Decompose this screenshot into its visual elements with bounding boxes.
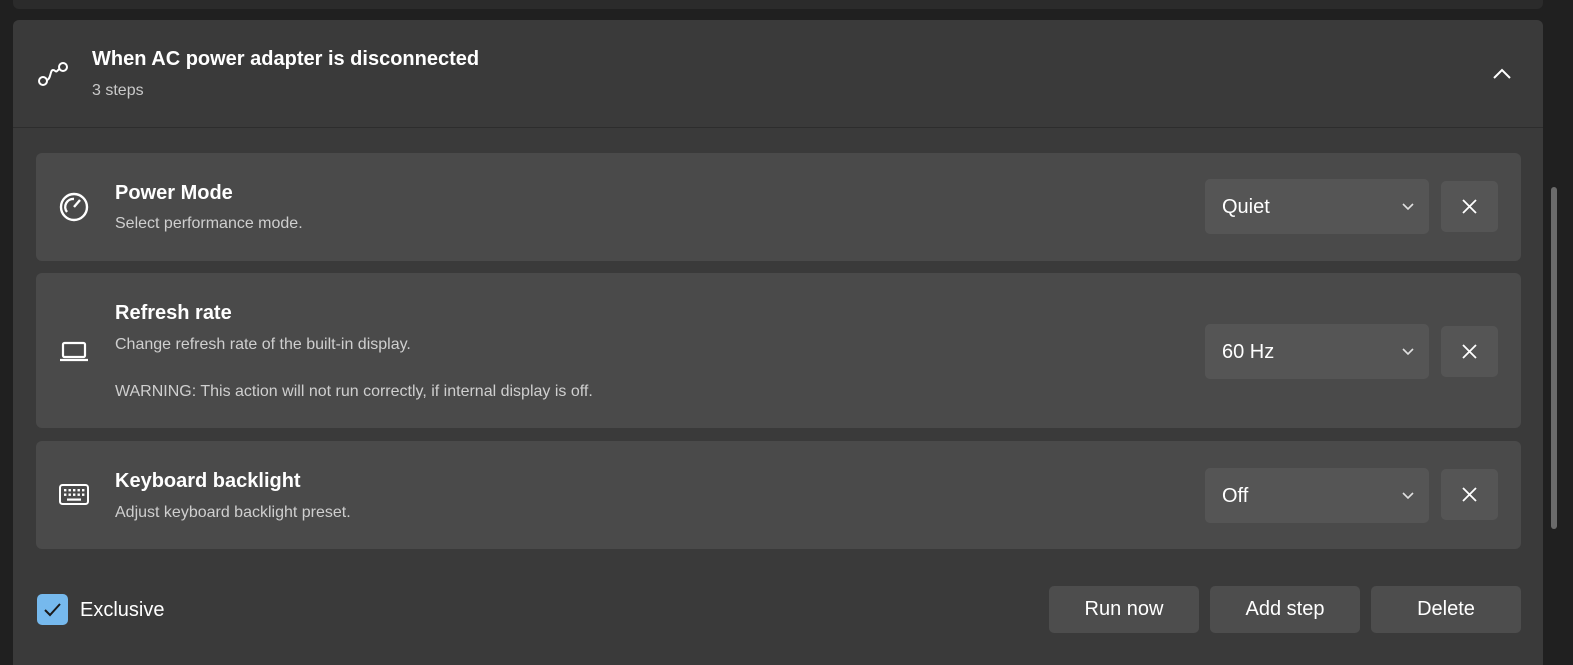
checkmark-icon [44, 603, 61, 617]
close-icon [1462, 199, 1477, 214]
dropdown-value: Off [1222, 485, 1249, 507]
previous-automation-card [13, 0, 1543, 9]
step-card-power-mode: Power Mode Select performance mode. Quie… [36, 153, 1521, 261]
step-card-refresh-rate: Refresh rate Change refresh rate of the … [36, 273, 1521, 428]
keyboard-backlight-dropdown[interactable]: Off [1205, 468, 1429, 523]
automation-header[interactable]: When AC power adapter is disconnected 3 … [13, 20, 1543, 128]
step-description: Change refresh rate of the built-in disp… [115, 336, 411, 353]
step-card-keyboard-backlight: Keyboard backlight Adjust keyboard backl… [36, 441, 1521, 549]
dropdown-value: Quiet [1222, 196, 1270, 218]
automation-step-count: 3 steps [92, 82, 144, 99]
add-step-button[interactable]: Add step [1210, 586, 1360, 633]
refresh-rate-dropdown[interactable]: 60 Hz [1205, 324, 1429, 379]
close-icon [1462, 487, 1477, 502]
exclusive-checkbox[interactable] [37, 594, 68, 625]
remove-step-button[interactable] [1441, 469, 1498, 520]
chevron-down-icon [1402, 492, 1414, 500]
remove-step-button[interactable] [1441, 181, 1498, 232]
run-now-button[interactable]: Run now [1049, 586, 1199, 633]
step-title: Power Mode [115, 182, 233, 204]
keyboard-icon [59, 484, 89, 505]
dropdown-value: 60 Hz [1222, 341, 1275, 363]
automation-title: When AC power adapter is disconnected [92, 48, 480, 70]
close-icon [1462, 344, 1477, 359]
chevron-up-icon[interactable] [1489, 61, 1515, 87]
step-description: Adjust keyboard backlight preset. [115, 504, 351, 521]
remove-step-button[interactable] [1441, 326, 1498, 377]
laptop-icon [60, 341, 88, 362]
gauge-icon [59, 192, 89, 222]
flow-path-icon [38, 62, 68, 86]
step-title: Refresh rate [115, 302, 232, 324]
chevron-down-icon [1402, 203, 1414, 211]
scrollbar-thumb[interactable] [1551, 187, 1557, 529]
power-mode-dropdown[interactable]: Quiet [1205, 179, 1429, 234]
exclusive-label: Exclusive [80, 599, 165, 621]
delete-button[interactable]: Delete [1371, 586, 1521, 633]
step-description: Select performance mode. [115, 215, 303, 232]
step-warning: WARNING: This action will not run correc… [115, 383, 593, 400]
step-title: Keyboard backlight [115, 470, 301, 492]
chevron-down-icon [1402, 348, 1414, 356]
